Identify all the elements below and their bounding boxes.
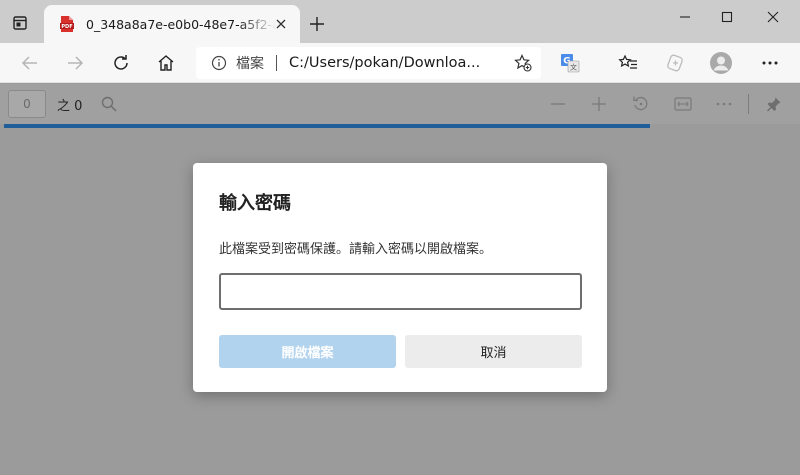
cancel-button[interactable]: 取消 [405, 335, 582, 368]
more-pdf-options-icon[interactable] [712, 92, 736, 116]
password-input[interactable] [219, 273, 582, 310]
navigation-bar: 檔案 C:/Users/pokan/Downloa... G文 [0, 43, 800, 83]
forward-arrow-icon[interactable] [62, 50, 88, 76]
add-favorite-icon[interactable] [513, 53, 533, 73]
fit-page-icon[interactable] [671, 92, 695, 116]
page-number-input[interactable]: 0 [8, 90, 46, 118]
tab-actions-icon[interactable] [8, 11, 32, 35]
pin-icon[interactable] [762, 92, 786, 116]
password-dialog: 輸入密碼 此檔案受到密碼保護。請輸入密碼以開啟檔案。 開啟檔案 取消 [193, 163, 607, 392]
page-total: 之 0 [57, 99, 83, 114]
dialog-message: 此檔案受到密碼保護。請輸入密碼以開啟檔案。 [219, 242, 493, 257]
new-tab-plus-icon[interactable] [305, 12, 329, 36]
address-separator [276, 55, 277, 71]
svg-text:PDF: PDF [61, 24, 72, 30]
pdf-file-icon: PDF [58, 15, 76, 33]
rotate-icon[interactable] [629, 92, 653, 116]
search-icon[interactable] [97, 92, 121, 116]
open-file-button[interactable]: 開啟檔案 [219, 335, 396, 368]
window-close-icon[interactable] [750, 0, 796, 34]
tab-title: 0_348a8a7e-e0b0-48e7-a5f2-a70c [86, 16, 276, 32]
collections-icon[interactable] [662, 50, 688, 76]
back-arrow-icon[interactable] [17, 50, 43, 76]
toolbar-divider [748, 94, 749, 114]
zoom-in-icon[interactable] [587, 92, 611, 116]
translate-icon[interactable]: G文 [557, 50, 583, 76]
dialog-title: 輸入密碼 [219, 193, 291, 214]
svg-text:文: 文 [570, 63, 577, 72]
site-label: 檔案 [236, 56, 264, 72]
minimize-icon[interactable] [662, 0, 708, 34]
address-bar[interactable]: 檔案 C:/Users/pokan/Downloa... [196, 47, 541, 79]
title-bar: PDF 0_348a8a7e-e0b0-48e7-a5f2-a70c [0, 0, 800, 43]
profile-avatar[interactable] [708, 50, 734, 76]
browser-tab[interactable]: PDF 0_348a8a7e-e0b0-48e7-a5f2-a70c [44, 5, 300, 43]
refresh-icon[interactable] [108, 50, 134, 76]
maximize-icon[interactable] [704, 0, 750, 34]
info-icon[interactable] [210, 54, 228, 72]
favorites-icon[interactable] [615, 50, 641, 76]
pdf-toolbar: 0 之 0 [0, 84, 800, 124]
home-icon[interactable] [153, 50, 179, 76]
close-icon[interactable] [272, 15, 290, 33]
zoom-out-icon[interactable] [546, 92, 570, 116]
url-text[interactable]: C:/Users/pokan/Downloa... [289, 55, 480, 71]
more-options-icon[interactable] [757, 50, 783, 76]
